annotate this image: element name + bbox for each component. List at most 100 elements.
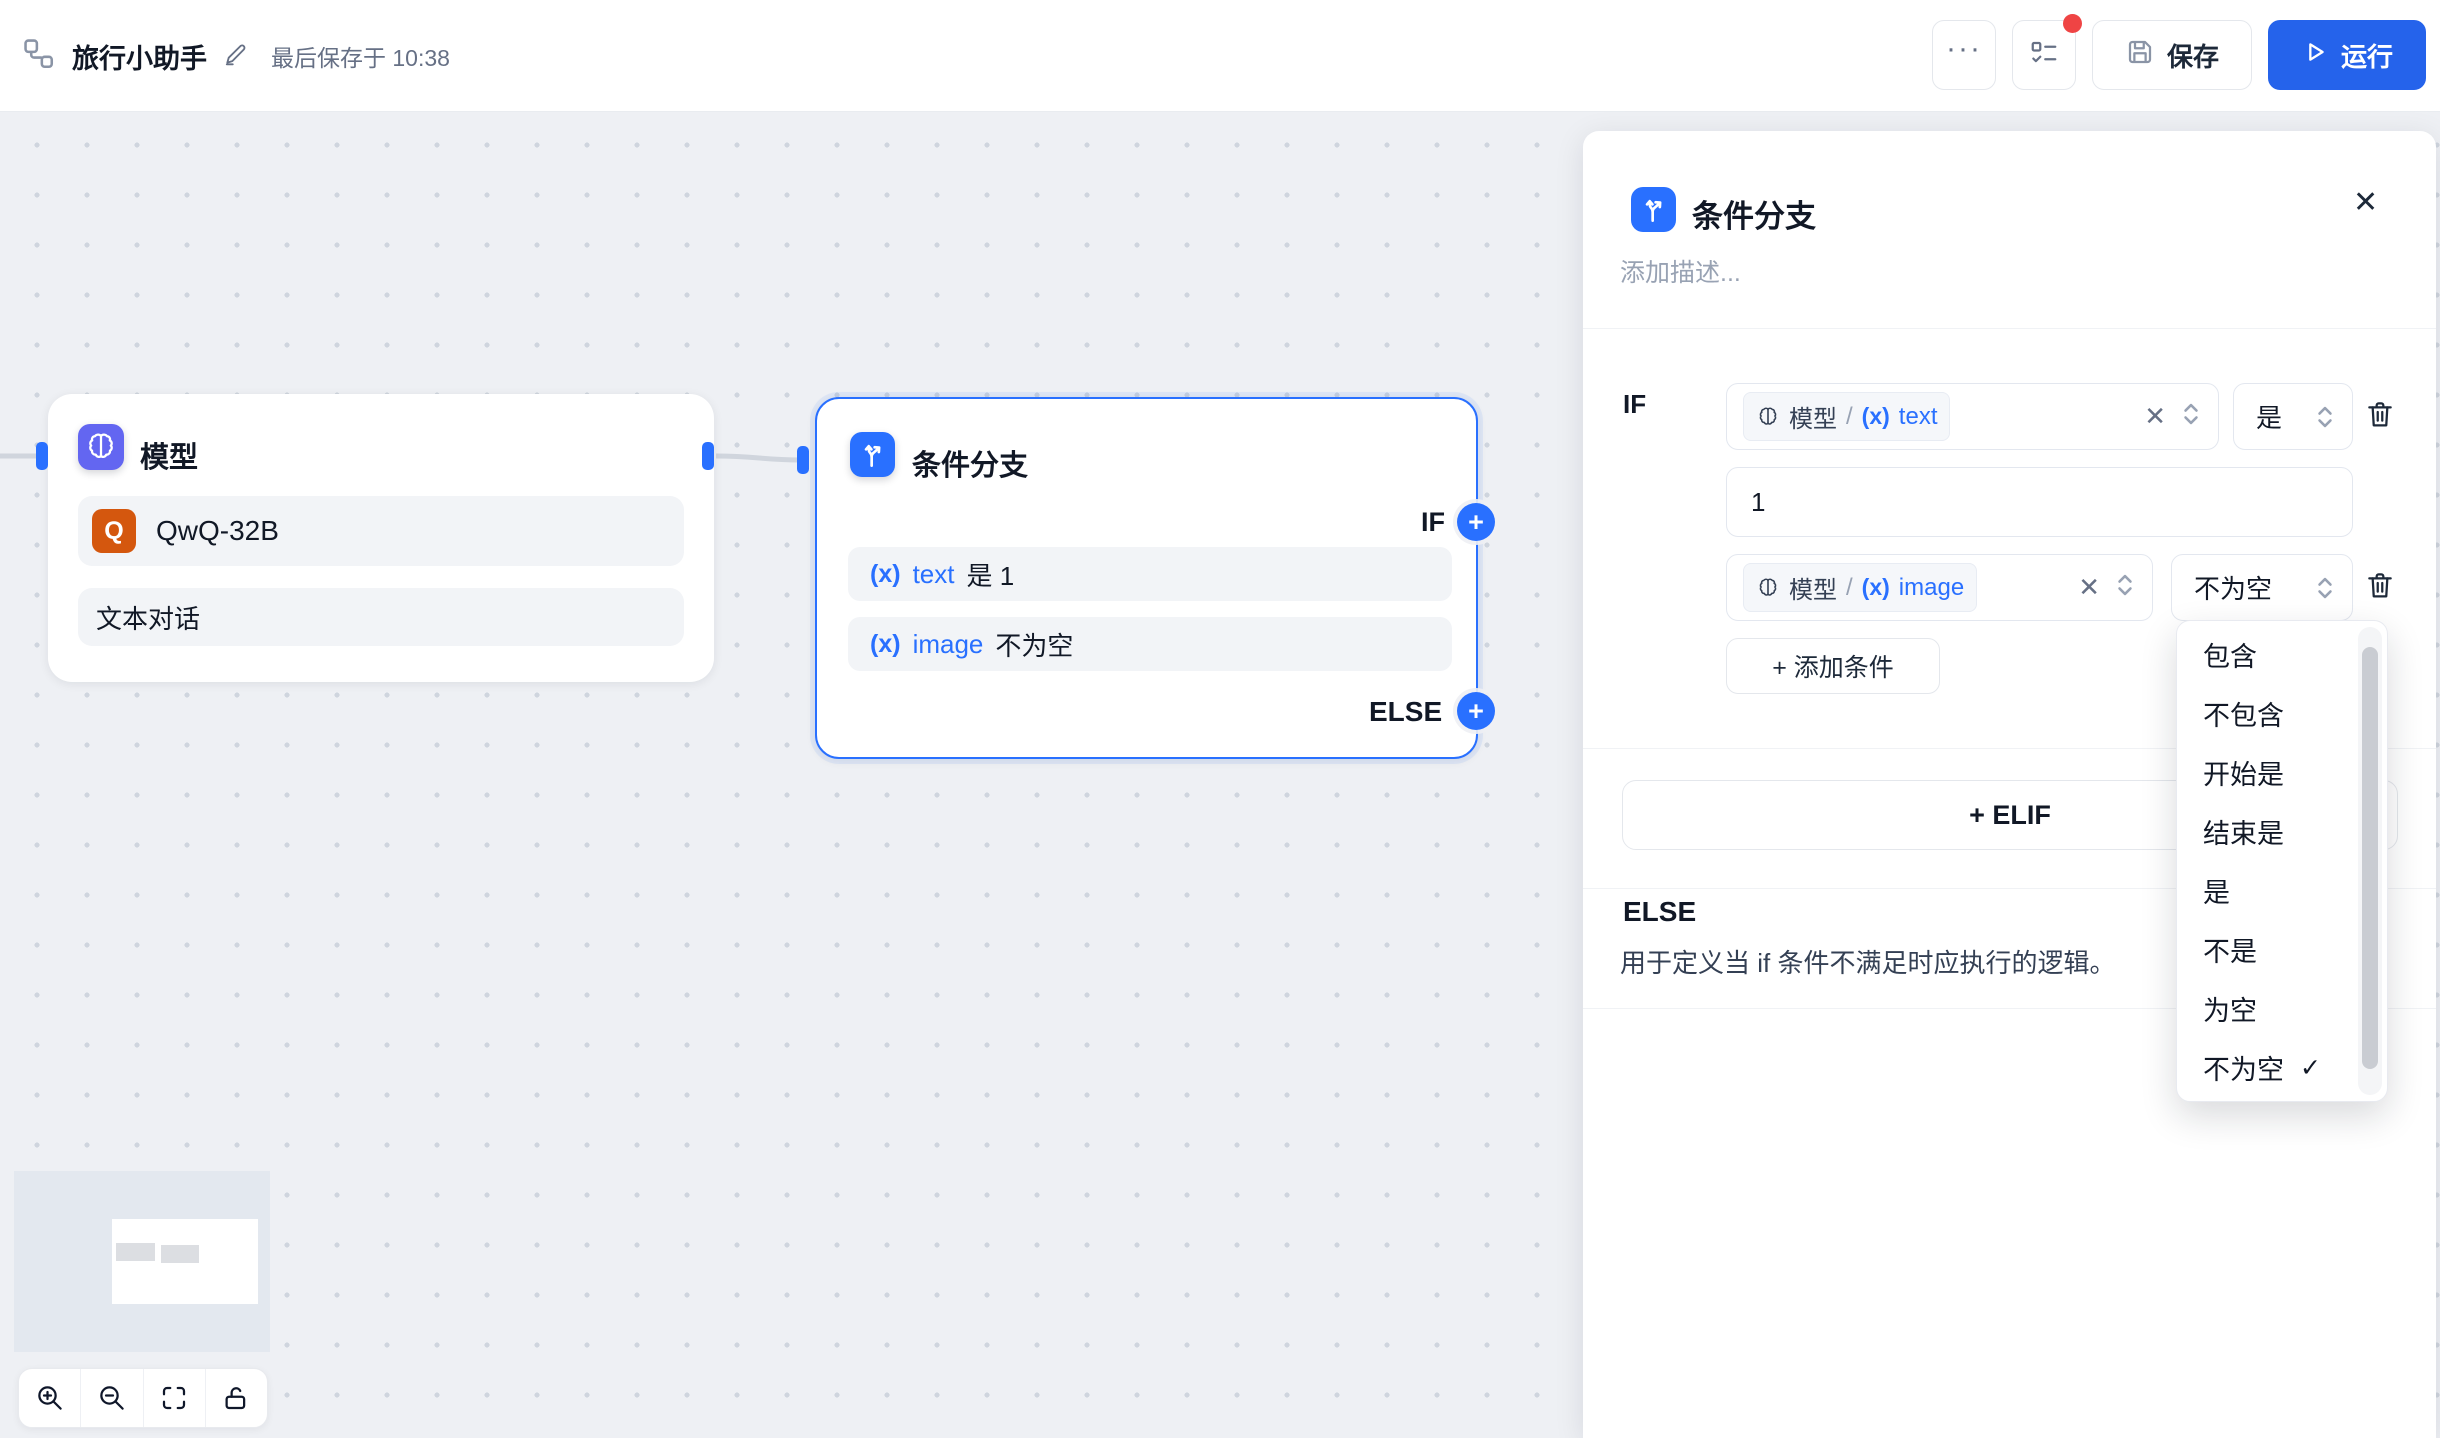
header-bar: 旅行小助手 最后保存于 10:38 ··· bbox=[0, 0, 2440, 112]
condition-value-input[interactable] bbox=[1726, 467, 2353, 537]
save-disk-icon bbox=[2125, 37, 2155, 74]
delete-condition-button-2[interactable] bbox=[2364, 569, 2396, 606]
zoom-in-button[interactable] bbox=[19, 1369, 80, 1427]
trash-icon bbox=[2364, 569, 2396, 601]
clear-variable-icon[interactable]: ✕ bbox=[2144, 401, 2166, 432]
updown-chevron-icon[interactable] bbox=[2114, 571, 2136, 604]
edit-pencil-icon[interactable] bbox=[223, 41, 249, 72]
panel-title: 条件分支 bbox=[1692, 191, 1816, 236]
dropdown-item-empty[interactable]: 为空 bbox=[2177, 979, 2387, 1038]
if-branch-label: IF bbox=[1421, 507, 1445, 538]
run-button[interactable]: 运行 bbox=[2268, 20, 2426, 90]
condition-variable-selector-2[interactable]: 模型 / (x) image ✕ bbox=[1726, 554, 2153, 621]
plus-icon: + bbox=[1468, 507, 1484, 538]
condition-predicate: 不为空 bbox=[995, 626, 1073, 663]
chip-separator: / bbox=[1846, 574, 1853, 602]
notification-dot bbox=[2063, 14, 2082, 33]
lock-toggle-button[interactable] bbox=[205, 1369, 267, 1427]
variable-chip[interactable]: 模型 / (x) image bbox=[1743, 563, 1977, 612]
updown-chevron-icon bbox=[2314, 403, 2336, 431]
else-description: 用于定义当 if 条件不满足时应执行的逻辑。 bbox=[1620, 943, 2115, 980]
variable-icon: (x) bbox=[870, 630, 901, 659]
variable-icon: (x) bbox=[870, 560, 901, 589]
else-branch-add-button[interactable]: + bbox=[1457, 692, 1495, 730]
add-condition-button[interactable]: + 添加条件 bbox=[1726, 638, 1940, 694]
workflow-icon bbox=[22, 37, 56, 76]
else-branch-label: ELSE bbox=[1369, 696, 1442, 728]
model-node-output-handle[interactable] bbox=[702, 442, 714, 470]
minimap-node bbox=[116, 1243, 155, 1261]
condition-variable: image bbox=[913, 629, 984, 660]
zoom-in-icon bbox=[35, 1383, 65, 1413]
model-node-input-handle[interactable] bbox=[36, 442, 48, 470]
if-condition-summary-2: (x) image 不为空 bbox=[848, 617, 1452, 671]
last-saved-text: 最后保存于 10:38 bbox=[271, 39, 450, 73]
chip-node-name: 模型 bbox=[1789, 399, 1837, 434]
model-mode-row: 文本对话 bbox=[78, 588, 684, 646]
save-label: 保存 bbox=[2167, 37, 2219, 74]
save-button[interactable]: 保存 bbox=[2092, 20, 2252, 90]
more-options-button[interactable]: ··· bbox=[1932, 20, 1996, 90]
workflow-app: 旅行小助手 最后保存于 10:38 ··· bbox=[0, 0, 2440, 1438]
branch-node-input-handle[interactable] bbox=[797, 446, 809, 474]
else-section-label: ELSE bbox=[1623, 896, 1696, 928]
comparator-dropdown-menu: 包含 不包含 开始是 结束是 是 不是 为空 不为空 ✓ bbox=[2176, 620, 2388, 1102]
variable-chip[interactable]: 模型 / (x) text bbox=[1743, 392, 1950, 441]
plus-icon: + bbox=[1468, 696, 1484, 727]
model-selector-row: Q QwQ-32B bbox=[78, 496, 684, 566]
comparator-select-2[interactable]: 不为空 bbox=[2171, 554, 2353, 621]
mode-label: 文本对话 bbox=[96, 599, 200, 636]
comparator-value: 不为空 bbox=[2194, 569, 2272, 606]
branch-split-icon bbox=[1631, 187, 1676, 232]
dropdown-item-is-not[interactable]: 不是 bbox=[2177, 920, 2387, 979]
divider bbox=[1583, 328, 2436, 329]
dropdown-item-is[interactable]: 是 bbox=[2177, 861, 2387, 920]
dropdown-item-contains[interactable]: 包含 bbox=[2177, 625, 2387, 684]
updown-chevron-icon[interactable] bbox=[2180, 400, 2202, 433]
dropdown-item-starts-with[interactable]: 开始是 bbox=[2177, 743, 2387, 802]
zoom-out-icon bbox=[97, 1383, 127, 1413]
model-name: QwQ-32B bbox=[156, 515, 279, 547]
delete-condition-button-1[interactable] bbox=[2364, 398, 2396, 435]
canvas-minimap[interactable] bbox=[14, 1171, 270, 1352]
check-icon: ✓ bbox=[2300, 1053, 2321, 1083]
trash-icon bbox=[2364, 398, 2396, 430]
clear-variable-icon[interactable]: ✕ bbox=[2078, 572, 2100, 603]
checklist-icon bbox=[2029, 38, 2059, 73]
dropdown-item-not-empty-selected[interactable]: 不为空 ✓ bbox=[2177, 1038, 2387, 1097]
ellipsis-icon: ··· bbox=[1946, 49, 1982, 61]
if-section-label: IF bbox=[1623, 389, 1646, 420]
if-branch-add-button[interactable]: + bbox=[1457, 503, 1495, 541]
brain-model-icon bbox=[1756, 405, 1780, 429]
dropdown-item-not-contains[interactable]: 不包含 bbox=[2177, 684, 2387, 743]
variable-icon: (x) bbox=[1862, 574, 1890, 601]
model-node[interactable]: 模型 Q QwQ-32B 文本对话 bbox=[48, 394, 714, 682]
branch-node-title: 条件分支 bbox=[912, 442, 1028, 484]
comparator-value: 是 bbox=[2256, 398, 2282, 435]
variable-icon: (x) bbox=[1862, 403, 1890, 430]
close-icon[interactable]: ✕ bbox=[2353, 185, 2378, 220]
page-title: 旅行小助手 bbox=[72, 37, 207, 76]
fit-view-button[interactable] bbox=[143, 1369, 205, 1427]
header-left: 旅行小助手 最后保存于 10:38 bbox=[22, 0, 450, 112]
dropdown-item-ends-with[interactable]: 结束是 bbox=[2177, 802, 2387, 861]
dropdown-scrollbar-thumb[interactable] bbox=[2362, 647, 2378, 1069]
branch-node[interactable]: 条件分支 IF (x) text 是 1 (x) image 不为空 ELSE bbox=[815, 397, 1478, 759]
unlock-icon bbox=[221, 1383, 251, 1413]
fit-view-icon bbox=[159, 1383, 189, 1413]
brain-model-icon bbox=[1756, 576, 1780, 600]
chip-variable-name: text bbox=[1899, 403, 1938, 431]
condition-variable: text bbox=[913, 559, 955, 590]
zoom-out-button[interactable] bbox=[80, 1369, 142, 1427]
condition-variable-selector-1[interactable]: 模型 / (x) text ✕ bbox=[1726, 383, 2219, 450]
model-node-title: 模型 bbox=[140, 434, 198, 476]
header-actions: ··· bbox=[1932, 20, 2426, 90]
if-condition-summary-1: (x) text 是 1 bbox=[848, 547, 1452, 601]
branch-split-icon bbox=[850, 432, 895, 477]
run-label: 运行 bbox=[2341, 37, 2393, 74]
checklist-button[interactable] bbox=[2012, 20, 2076, 90]
description-input[interactable] bbox=[1620, 259, 2320, 288]
comparator-select-1[interactable]: 是 bbox=[2233, 383, 2353, 450]
minimap-node bbox=[161, 1245, 199, 1263]
brain-model-icon bbox=[78, 424, 124, 470]
